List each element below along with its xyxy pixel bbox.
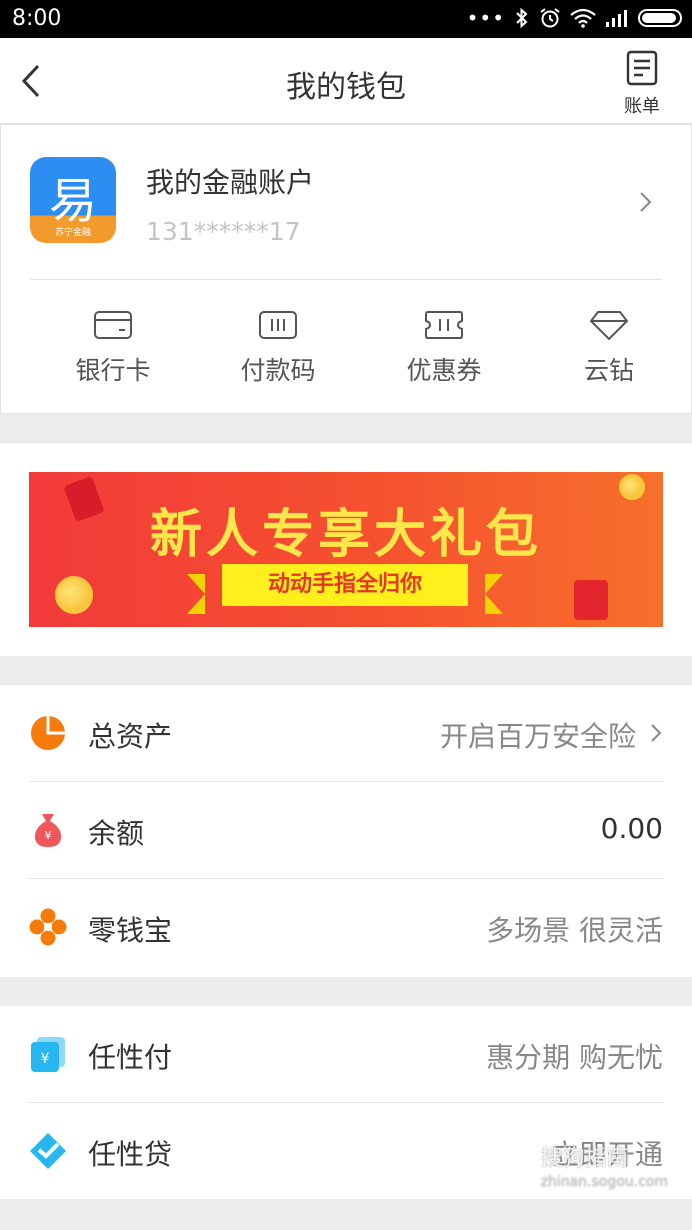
red-envelope-icon (574, 580, 608, 620)
quick-coupon[interactable]: 优惠券 (384, 295, 504, 395)
account-phone: 131******17 (146, 217, 301, 246)
nav-bar: 我的钱包 账单 (0, 38, 692, 124)
chevron-right-icon[interactable] (639, 191, 653, 213)
banner-ribbon: 动动手指全归你 (222, 564, 468, 606)
payment-code-icon (259, 311, 297, 339)
watermark: 搜狗指南 zhinan.sogou.com (540, 1146, 668, 1190)
divider (30, 279, 662, 280)
bill-label: 账单 (624, 96, 660, 117)
list-item-renxingfu[interactable]: ¥ 任性付 惠分期 购无忧 (0, 1006, 692, 1103)
svg-text:¥: ¥ (45, 829, 52, 842)
account-card: 易 苏宁金融 我的金融账户 131******17 银行卡 付款码 优惠券 云钻 (0, 124, 692, 414)
pie-chart-icon (31, 716, 65, 750)
suning-finance-logo: 易 苏宁金融 (30, 157, 116, 243)
quick-diamond[interactable]: 云钻 (549, 295, 669, 395)
bluetooth-icon (516, 7, 528, 29)
coin-icon (55, 576, 93, 614)
alarm-icon (540, 8, 560, 28)
coupon-icon (425, 311, 463, 339)
quick-bank-card[interactable]: 银行卡 (53, 295, 173, 395)
account-name[interactable]: 我的金融账户 (146, 161, 314, 201)
list-item-lingqianbao[interactable]: 零钱宝 多场景 很灵活 (0, 879, 692, 976)
wifi-icon (570, 8, 596, 28)
list-item-balance[interactable]: ¥ 余额 0.00 (0, 782, 692, 879)
loan-icon (30, 1133, 66, 1169)
clover-icon (29, 908, 67, 946)
list-item-total-assets[interactable]: 总资产 开启百万安全险 (0, 685, 692, 782)
cards-icon: ¥ (31, 1037, 65, 1072)
ribbon-tail-left (187, 574, 205, 614)
money-bag-icon: ¥ (34, 814, 62, 847)
page-title: 我的钱包 (286, 70, 406, 105)
banner-section: 新人专享大礼包 动动手指全归你 (0, 443, 692, 656)
assets-list: 总资产 开启百万安全险 ¥ 余额 0.00 零钱宝 多场景 很灵活 (0, 685, 692, 977)
battery-icon (638, 9, 682, 27)
status-icons: ••• (467, 7, 682, 29)
status-bar: 8:00 ••• (0, 0, 692, 38)
more-dots-icon: ••• (466, 6, 505, 30)
promo-banner[interactable]: 新人专享大礼包 动动手指全归你 (29, 472, 663, 627)
bill-button[interactable]: 账单 (620, 50, 664, 117)
bill-icon (626, 50, 658, 86)
quick-payment-code[interactable]: 付款码 (218, 295, 338, 395)
ribbon-tail-right (485, 574, 503, 614)
banner-headline: 新人专享大礼包 (149, 505, 542, 565)
bank-card-icon (94, 311, 132, 339)
chevron-right-icon (651, 724, 662, 742)
diamond-icon (589, 311, 629, 341)
status-time: 8:00 (12, 6, 62, 31)
svg-text:¥: ¥ (41, 1051, 50, 1067)
signal-icon (606, 10, 627, 27)
